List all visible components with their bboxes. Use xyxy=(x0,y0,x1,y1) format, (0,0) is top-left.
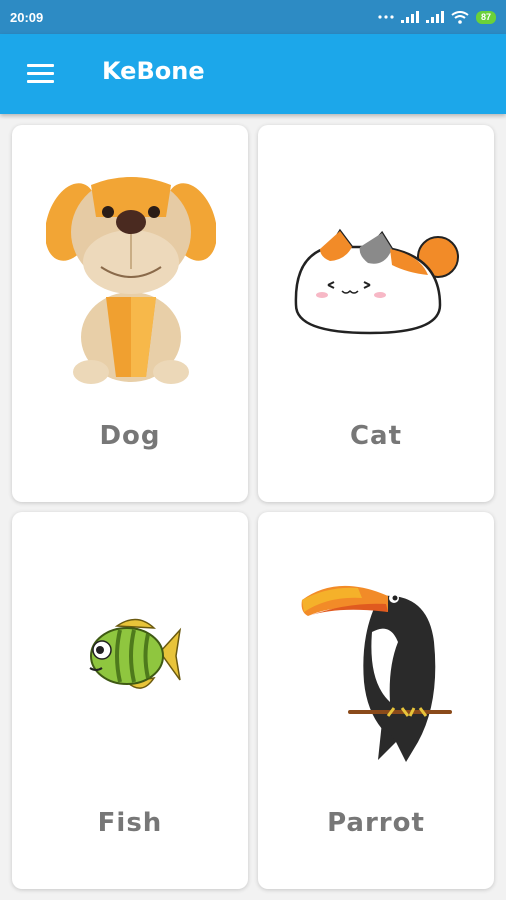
dog-image xyxy=(46,177,216,384)
hamburger-menu-icon[interactable] xyxy=(27,64,54,84)
card-label: Fish xyxy=(97,808,163,838)
cat-image xyxy=(294,228,459,335)
card-parrot[interactable]: Parrot xyxy=(258,512,494,889)
app-bar: KeBone xyxy=(0,34,506,114)
card-fish[interactable]: Fish xyxy=(12,512,248,889)
signal-icon xyxy=(400,11,419,23)
battery-icon: 87 xyxy=(475,10,496,24)
app-title: KeBone xyxy=(102,57,205,85)
more-dots-icon xyxy=(378,14,394,20)
card-label: Cat xyxy=(349,421,403,451)
wifi-icon xyxy=(451,10,469,24)
card-label: Parrot xyxy=(327,808,425,838)
card-cat[interactable]: Cat xyxy=(258,125,494,502)
status-bar: 20:09 87 xyxy=(0,0,506,34)
parrot-image xyxy=(301,585,452,762)
status-time: 20:09 xyxy=(10,9,44,25)
signal-icon-2 xyxy=(425,11,444,23)
fish-image xyxy=(89,618,182,689)
card-dog[interactable]: Dog xyxy=(12,125,248,502)
card-label: Dog xyxy=(99,421,161,451)
status-icons: 87 xyxy=(378,10,496,24)
